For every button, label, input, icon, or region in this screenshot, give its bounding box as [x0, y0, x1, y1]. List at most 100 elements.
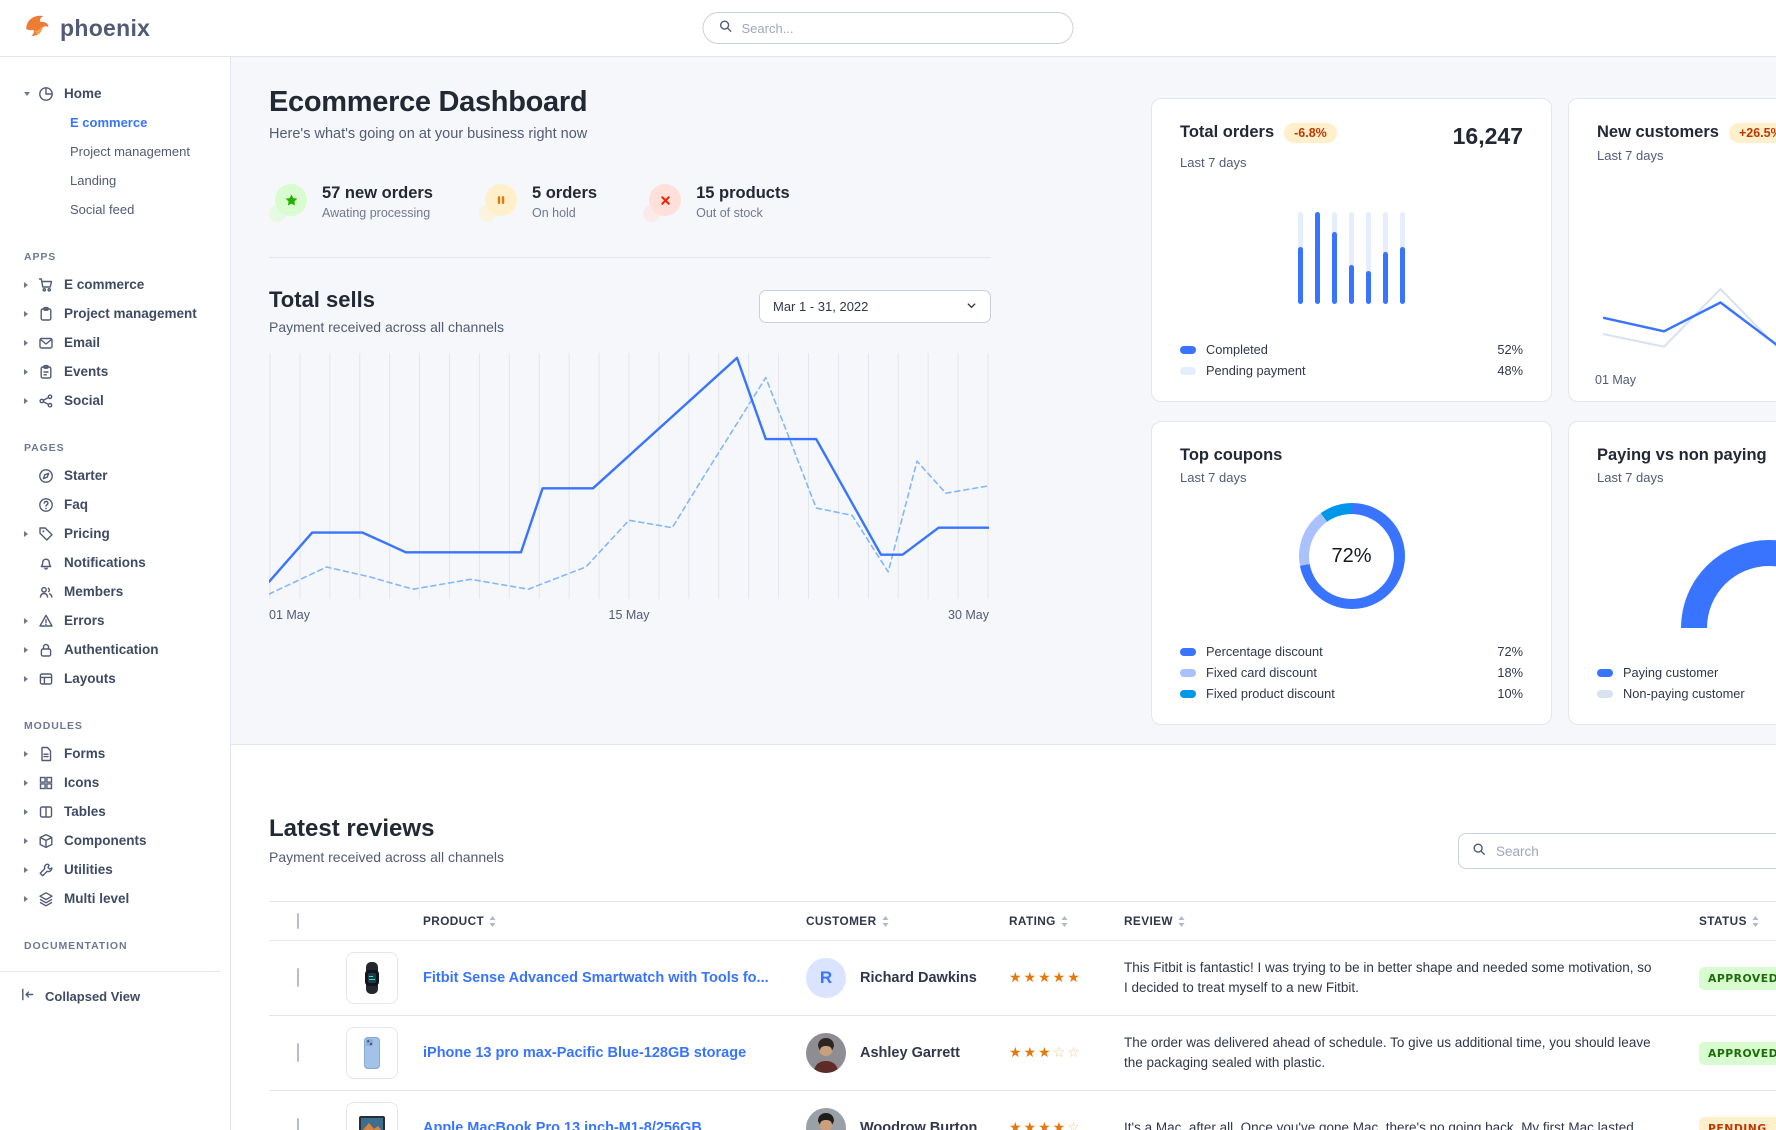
bell-icon: [38, 555, 54, 571]
caret-right-icon: [24, 751, 37, 757]
row-checkbox[interactable]: [297, 968, 299, 987]
product-link[interactable]: Apple MacBook Pro 13 inch-M1-8/256GB: [414, 1120, 806, 1130]
legend-swatch: [1180, 367, 1196, 375]
collapse-label: Collapsed View: [45, 989, 140, 1004]
legend-swatch: [1180, 669, 1196, 677]
sidebar: Home E commerce Project management Landi…: [0, 57, 231, 1130]
sidebar-item-label: Utilities: [64, 862, 113, 877]
sidebar-item-landing[interactable]: Landing: [0, 166, 220, 195]
date-range-select[interactable]: Mar 1 - 31, 2022: [759, 290, 991, 323]
column-header-review[interactable]: REVIEW: [1124, 914, 1699, 928]
stat-value: 5 orders: [532, 184, 597, 203]
product-link[interactable]: iPhone 13 pro max-Pacific Blue-128GB sto…: [414, 1045, 806, 1061]
sidebar-item-faq[interactable]: Faq: [0, 490, 220, 519]
stat-orders-on-hold: 5 orders On hold: [479, 184, 597, 222]
sidebar-item-ecommerce-dashboard[interactable]: E commerce: [0, 108, 220, 137]
sidebar-item-label: Home: [64, 86, 102, 101]
row-checkbox[interactable]: [297, 1118, 299, 1130]
product-image[interactable]: [346, 1102, 398, 1130]
sidebar-item-label: Tables: [64, 804, 106, 819]
collapse-sidebar-button[interactable]: Collapsed View: [0, 978, 220, 1014]
sidebar-item-multi-level[interactable]: Multi level: [0, 884, 220, 913]
caret-right-icon: [24, 780, 37, 786]
row-checkbox[interactable]: [297, 1043, 299, 1062]
sidebar-item-project-management-dashboard[interactable]: Project management: [0, 137, 220, 166]
customer-name: Woodrow Burton: [860, 1120, 977, 1130]
star-icon: [269, 184, 307, 222]
column-header-status[interactable]: STATUS: [1699, 914, 1776, 928]
sidebar-item-starter[interactable]: Starter: [0, 461, 220, 490]
sidebar-item-layouts[interactable]: Layouts: [0, 664, 220, 693]
card-title: New customers: [1597, 123, 1719, 142]
table-row: iPhone 13 pro max-Pacific Blue-128GB sto…: [269, 1016, 1776, 1091]
customer-name: Richard Dawkins: [860, 970, 977, 986]
card-title: Paying vs non paying: [1597, 446, 1767, 465]
legend-label: Non-paying customer: [1623, 686, 1745, 701]
sidebar-child-label: Project management: [70, 144, 190, 159]
sidebar-item-label: Starter: [64, 468, 108, 483]
legend-swatch: [1180, 648, 1196, 656]
card-title: Total orders: [1180, 123, 1274, 142]
card-period: Last 7 days: [1180, 470, 1523, 485]
question-circle-icon: [38, 497, 54, 513]
column-header-product[interactable]: PRODUCT: [414, 914, 806, 928]
select-all-checkbox[interactable]: [297, 913, 299, 929]
sidebar-item-forms[interactable]: Forms: [0, 739, 220, 768]
caret-down-icon: [24, 92, 37, 96]
x-axis-tick: 15 May: [609, 608, 650, 622]
layers-icon: [38, 891, 54, 907]
column-header-rating[interactable]: RATING: [1009, 914, 1124, 928]
sidebar-item-errors[interactable]: Errors: [0, 606, 220, 635]
caret-right-icon: [24, 340, 37, 346]
sidebar-item-utilities[interactable]: Utilities: [0, 855, 220, 884]
sidebar-item-authentication[interactable]: Authentication: [0, 635, 220, 664]
sidebar-item-label: Project management: [64, 306, 197, 321]
reviews-search-input[interactable]: [1496, 844, 1776, 859]
sidebar-child-label: E commerce: [70, 115, 147, 130]
phoenix-logo[interactable]: phoenix: [22, 11, 150, 45]
caret-right-icon: [24, 531, 37, 537]
stat-new-orders: 57 new orders Awating processing: [269, 184, 433, 222]
package-icon: [38, 833, 54, 849]
coupons-donut-chart: 72%: [1299, 503, 1405, 609]
sidebar-item-pricing[interactable]: Pricing: [0, 519, 220, 548]
sidebar-item-project-management-app[interactable]: Project management: [0, 299, 220, 328]
legend-value: 18%: [1497, 665, 1523, 680]
sidebar-item-notifications[interactable]: Notifications: [0, 548, 220, 577]
sidebar-item-events[interactable]: Events: [0, 357, 220, 386]
sidebar-item-members[interactable]: Members: [0, 577, 220, 606]
sidebar-item-label: Faq: [64, 497, 88, 512]
sidebar-section-documentation: DOCUMENTATION: [0, 933, 220, 959]
total-orders-card: Total orders -6.8% 16,247 Last 7 days Co…: [1151, 98, 1552, 402]
rating-stars: ★★★☆☆: [1009, 1045, 1124, 1061]
stat-caption: On hold: [532, 206, 597, 220]
avatar: [806, 1033, 846, 1073]
paying-gauge-chart: [1681, 540, 1776, 628]
sidebar-item-tables[interactable]: Tables: [0, 797, 220, 826]
sidebar-item-icons[interactable]: Icons: [0, 768, 220, 797]
product-image[interactable]: [346, 952, 398, 1004]
sidebar-divider: [0, 971, 220, 972]
sidebar-item-ecommerce-app[interactable]: E commerce: [0, 270, 220, 299]
sidebar-item-social[interactable]: Social: [0, 386, 220, 415]
customer-name: Ashley Garrett: [860, 1045, 960, 1061]
product-image[interactable]: [346, 1027, 398, 1079]
change-badge: +26.5%: [1729, 123, 1776, 143]
stat-value: 57 new orders: [322, 184, 433, 203]
file-text-icon: [38, 746, 54, 762]
new-customers-card: New customers +26.5% Last 7 days 01 May: [1568, 98, 1776, 402]
sidebar-item-social-feed[interactable]: Social feed: [0, 195, 220, 224]
global-search-input[interactable]: [742, 21, 1058, 36]
avatar: [806, 1108, 846, 1130]
sidebar-item-components[interactable]: Components: [0, 826, 220, 855]
legend-value: 10%: [1497, 686, 1523, 701]
sidebar-item-home[interactable]: Home: [0, 79, 220, 108]
status-badge: APPROVED✓: [1699, 967, 1776, 990]
change-badge: -6.8%: [1284, 123, 1337, 143]
sidebar-item-email[interactable]: Email: [0, 328, 220, 357]
new-customers-chart: [1593, 267, 1776, 363]
column-header-customer[interactable]: CUSTOMER: [806, 914, 1009, 928]
legend-label: Paying customer: [1623, 665, 1718, 680]
sidebar-item-label: Members: [64, 584, 123, 599]
product-link[interactable]: Fitbit Sense Advanced Smartwatch with To…: [414, 970, 806, 986]
